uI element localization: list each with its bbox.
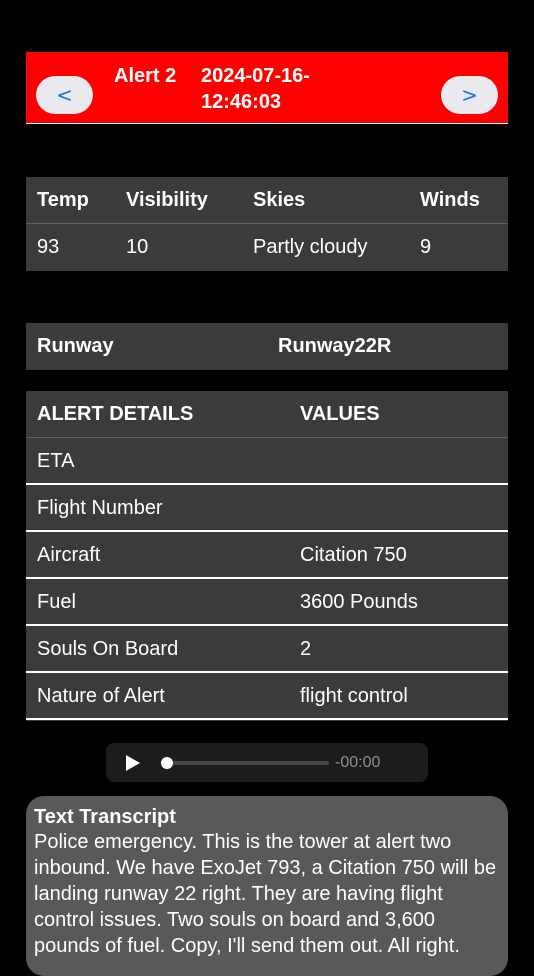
winds-value: 9: [420, 236, 432, 258]
temp-header: Temp: [37, 189, 89, 211]
eta-label: ETA: [37, 450, 75, 472]
runway-table: Runway Runway22R: [26, 323, 508, 370]
play-icon[interactable]: [126, 755, 140, 771]
fuel-value: 3600 Pounds: [300, 591, 418, 613]
runway-value: Runway22R: [278, 335, 392, 357]
nature-of-alert-value: flight control: [300, 685, 408, 707]
weather-table: Temp Visibility Skies Winds 93 10 Partly…: [26, 177, 508, 271]
next-alert-button[interactable]: >: [441, 76, 498, 114]
alert-number: Alert 2: [114, 65, 177, 87]
table-row: Souls On Board 2: [26, 626, 508, 673]
values-header: VALUES: [300, 403, 380, 425]
alert-details-table: ALERT DETAILS VALUES ETA Flight Number A…: [26, 391, 508, 721]
weather-header-row: Temp Visibility Skies Winds: [26, 177, 508, 224]
aircraft-label: Aircraft: [37, 544, 101, 566]
audio-player: -00:00: [106, 743, 428, 782]
flight-number-label: Flight Number: [37, 497, 163, 519]
nature-of-alert-label: Nature of Alert: [37, 685, 165, 707]
weather-value-row: 93 10 Partly cloudy 9: [26, 224, 508, 271]
temp-value: 93: [37, 236, 60, 258]
alert-details-header: ALERT DETAILS: [37, 403, 194, 425]
table-row: Nature of Alert flight control: [26, 673, 508, 720]
aircraft-value: Citation 750: [300, 544, 407, 566]
runway-row: Runway Runway22R: [26, 323, 508, 370]
alert-header-bar: < Alert 2 2024-07-16-12:46:03 >: [26, 52, 508, 124]
skies-header: Skies: [253, 189, 306, 211]
runway-label: Runway: [37, 335, 114, 357]
alert-timestamp: 2024-07-16-12:46:03: [201, 65, 310, 113]
fuel-label: Fuel: [37, 591, 76, 613]
table-row: ETA: [26, 438, 508, 485]
audio-scrubber-track[interactable]: [166, 761, 329, 765]
souls-on-board-value: 2: [300, 638, 312, 660]
previous-alert-button[interactable]: <: [36, 76, 93, 114]
visibility-value: 10: [126, 236, 149, 258]
table-row: Aircraft Citation 750: [26, 532, 508, 579]
souls-on-board-label: Souls On Board: [37, 638, 179, 660]
alert-details-header-row: ALERT DETAILS VALUES: [26, 391, 508, 438]
audio-scrubber-thumb[interactable]: [161, 757, 173, 769]
skies-value: Partly cloudy: [253, 236, 368, 258]
transcript-title: Text Transcript: [34, 806, 176, 828]
transcript-text: Police emergency. This is the tower at a…: [34, 831, 497, 957]
table-row: Fuel 3600 Pounds: [26, 579, 508, 626]
table-row: Flight Number: [26, 485, 508, 532]
text-transcript-panel[interactable]: Text Transcript Police emergency. This i…: [26, 796, 508, 976]
winds-header: Winds: [420, 189, 480, 211]
audio-remaining-time: -00:00: [335, 754, 381, 771]
visibility-header: Visibility: [126, 189, 208, 211]
